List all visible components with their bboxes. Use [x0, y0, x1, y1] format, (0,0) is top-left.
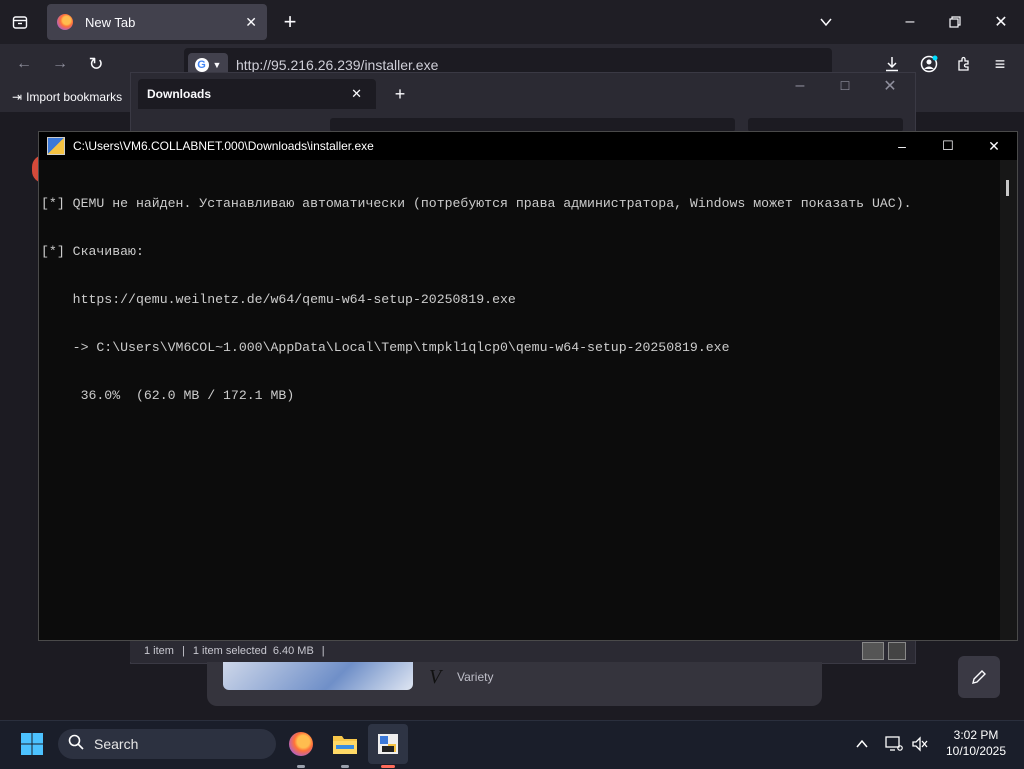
maximize-icon[interactable]: ☐ [835, 76, 855, 96]
console-output: [*] QEMU не найден. Устанавливаю автомат… [41, 164, 912, 436]
maximize-icon[interactable]: ☐ [925, 138, 971, 154]
minimize-icon[interactable]: – [898, 10, 922, 34]
reload-icon[interactable]: ↻ [84, 52, 108, 76]
close-tab-icon[interactable]: ✕ [351, 86, 362, 102]
console-title-bar[interactable]: C:\Users\VM6.COLLABNET.000\Downloads\ins… [39, 132, 1017, 160]
close-tab-icon[interactable]: ✕ [245, 14, 257, 31]
start-button[interactable] [12, 724, 52, 764]
forward-icon[interactable]: → [48, 52, 72, 76]
minimize-icon[interactable]: – [790, 76, 810, 96]
windows-icon [21, 733, 43, 755]
minimize-icon[interactable]: – [879, 138, 925, 154]
downloads-search[interactable] [748, 118, 903, 132]
tiles-view-icon[interactable] [888, 642, 906, 660]
console-line: [*] QEMU не найден. Устанавливаю автомат… [41, 196, 912, 211]
console-line: https://qemu.weilnetz.de/w64/qemu-w64-se… [41, 292, 516, 307]
tab-new-tab[interactable]: New Tab ✕ [47, 4, 267, 40]
item-count: 1 item [144, 645, 174, 657]
tab-list-icon[interactable] [8, 10, 32, 34]
downloads-status-bar: 1 item | 1 item selected 6.40 MB | [130, 640, 914, 662]
console-scrollbar[interactable] [1000, 160, 1017, 640]
back-icon[interactable]: ← [12, 52, 36, 76]
scrollbar-thumb[interactable] [1006, 180, 1009, 196]
firefox-icon [57, 14, 73, 30]
variety-logo-icon: V [429, 666, 442, 688]
folder-icon [333, 736, 357, 754]
taskbar-file-explorer[interactable] [325, 724, 365, 768]
taskbar-installer[interactable] [368, 724, 408, 768]
selected-size: 6.40 MB [272, 645, 314, 657]
card-label: Variety [457, 670, 494, 684]
google-icon: G [194, 58, 209, 72]
url-text: http://95.216.26.239/installer.exe [236, 57, 439, 73]
chevron-down-icon: ▼ [212, 60, 222, 70]
thumbnail-image [223, 660, 413, 690]
clock-time: 3:02 PM [953, 728, 999, 742]
chevron-down-icon[interactable] [814, 10, 838, 34]
selected-count: 1 item selected [192, 645, 267, 657]
details-view-icon[interactable] [862, 642, 884, 660]
console-line: [*] Скачиваю: [41, 244, 144, 259]
firefox-icon [289, 732, 313, 756]
content-card: V Variety [207, 660, 822, 706]
taskbar-search[interactable]: Search [58, 729, 276, 759]
import-bookmarks-button[interactable]: ⇥ Import bookmarks [12, 90, 122, 104]
new-tab-icon[interactable]: + [278, 9, 302, 34]
search-icon [68, 734, 84, 755]
close-window-icon[interactable]: ✕ [989, 10, 1013, 34]
downloads-toolbar [330, 118, 735, 132]
taskbar-firefox[interactable] [281, 724, 321, 768]
network-icon[interactable] [882, 732, 906, 756]
tab-title: New Tab [85, 14, 136, 30]
console-line: 36.0% (62.0 MB / 172.1 MB) [41, 388, 295, 403]
chevron-up-icon[interactable] [850, 732, 874, 756]
account-icon[interactable] [917, 52, 941, 76]
extensions-icon[interactable] [952, 52, 976, 76]
import-bookmarks-label: Import bookmarks [26, 90, 123, 104]
search-label: Search [94, 736, 139, 752]
status-divider: | [181, 645, 185, 657]
restore-icon[interactable] [943, 10, 967, 34]
status-divider: | [321, 645, 325, 657]
console-window[interactable]: C:\Users\VM6.COLLABNET.000\Downloads\ins… [38, 131, 1018, 641]
console-line: -> C:\Users\VM6COL~1.000\AppData\Local\T… [41, 340, 730, 355]
clock-date: 10/10/2025 [945, 744, 1007, 758]
close-window-icon[interactable]: ✕ [880, 76, 900, 96]
python-installer-icon [378, 734, 398, 754]
volume-muted-icon[interactable] [908, 732, 932, 756]
edit-pencil-icon[interactable] [958, 656, 1000, 698]
menu-icon[interactable]: ≡ [988, 52, 1012, 76]
downloads-tab-title: Downloads [147, 87, 212, 101]
import-icon: ⇥ [12, 90, 23, 104]
console-app-icon [47, 137, 65, 155]
clock[interactable]: 3:02 PM 10/10/2025 [936, 727, 1016, 759]
new-tab-icon[interactable]: + [390, 84, 410, 104]
downloads-tab[interactable]: Downloads ✕ [138, 79, 376, 109]
close-window-icon[interactable]: ✕ [971, 138, 1017, 155]
console-title: C:\Users\VM6.COLLABNET.000\Downloads\ins… [73, 139, 374, 153]
